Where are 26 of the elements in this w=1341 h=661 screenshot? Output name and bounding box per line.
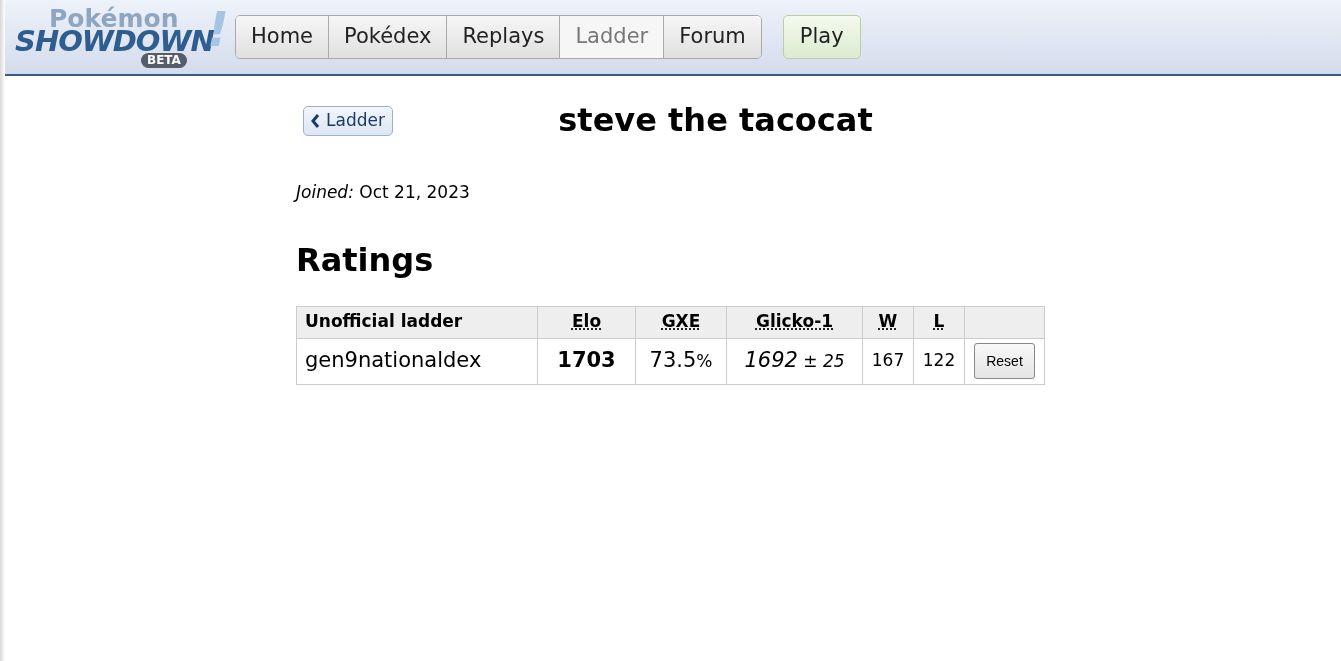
nav-tab[interactable]: Pokédex bbox=[328, 16, 447, 58]
column-header: Unofficial ladder bbox=[296, 306, 538, 338]
logo-badge: BETA bbox=[141, 53, 187, 68]
back-button[interactable]: Ladder bbox=[303, 106, 393, 136]
column-header[interactable]: GXE bbox=[635, 306, 727, 338]
table-cell: 122 bbox=[913, 338, 965, 384]
joined-date: Oct 21, 2023 bbox=[359, 182, 470, 202]
nav-tab[interactable]: Forum bbox=[663, 16, 761, 58]
reset-button[interactable]: Reset bbox=[974, 343, 1035, 379]
column-header[interactable]: Glicko-1 bbox=[726, 306, 863, 338]
play-button[interactable]: Play bbox=[782, 15, 861, 59]
nav-tab[interactable]: Replays bbox=[446, 16, 560, 58]
logo-text: Pokémon bbox=[49, 6, 179, 31]
table-cell: 73.5% bbox=[635, 338, 727, 384]
column-header[interactable]: W bbox=[862, 306, 914, 338]
column-header[interactable]: Elo bbox=[537, 306, 636, 338]
page-title: steve the tacocat bbox=[558, 100, 873, 141]
chevron-left-icon bbox=[311, 114, 320, 128]
table-cell: 1692 ± 25 bbox=[726, 338, 863, 384]
section-heading: Ratings bbox=[296, 239, 435, 281]
table-cell: gen9nationaldex bbox=[296, 338, 538, 384]
column-header[interactable]: L bbox=[913, 306, 965, 338]
table-cell: 167 bbox=[862, 338, 914, 384]
table-cell: 1703 bbox=[537, 338, 636, 384]
nav-tab[interactable]: Ladder bbox=[559, 16, 664, 58]
nav-tab[interactable]: Home bbox=[236, 16, 328, 58]
